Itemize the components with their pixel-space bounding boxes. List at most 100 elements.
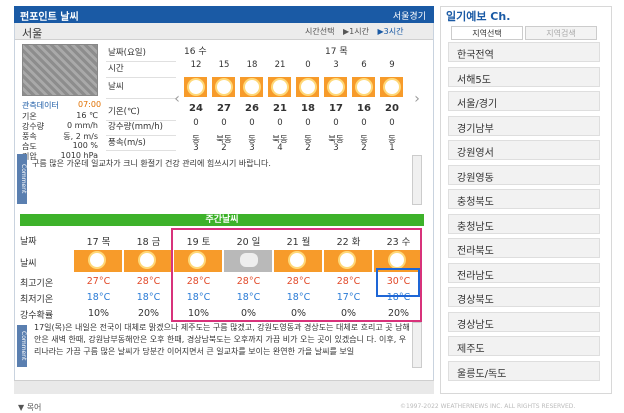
hourly-hour: 12 (190, 60, 202, 70)
region-item[interactable]: 서해5도 (448, 66, 600, 87)
hourly-temp: 16 (357, 103, 371, 114)
hourly-temp: 26 (245, 103, 259, 114)
sun-shape (140, 253, 154, 267)
comment-tag: Comment (17, 154, 27, 204)
region-item[interactable]: 충청남도 (448, 213, 600, 234)
hourly-rain: 0 (277, 118, 283, 128)
hourly-hour: 9 (389, 60, 395, 70)
sunny-icon (324, 77, 348, 97)
hourly-wind-speed: 3 (249, 143, 255, 153)
panel-title: 펀포인트 날씨 (20, 12, 79, 23)
weekly-day: 17 목 (86, 237, 111, 248)
weekly-label-low: 최저기온 (20, 295, 54, 305)
option-3-hour[interactable]: ▶3시간 (378, 27, 404, 36)
region-item[interactable]: 경기남부 (448, 115, 600, 136)
hourly-prev-arrow[interactable]: ‹ (172, 86, 182, 112)
sun-shape (189, 80, 203, 94)
weekly-pop: 10% (87, 308, 110, 319)
region-item[interactable]: 전라남도 (448, 262, 600, 283)
hourly-next-arrow[interactable]: › (412, 86, 422, 112)
sun-shape (329, 80, 343, 94)
weekly-comment-text: 17일(목)은 내일은 전국이 대체로 맑겠으나 제주도는 구름 많겠고, 강원… (34, 323, 410, 356)
sun-shape (273, 80, 287, 94)
hourly-date-16: 16 수 (184, 47, 207, 57)
comment-scrollbar[interactable] (412, 155, 422, 205)
panel-footer (14, 380, 434, 394)
observation-time: 07:00 (78, 100, 102, 109)
time-selector: 시간선택 ▶1시간 ▶3시간 (305, 26, 409, 37)
region-item[interactable]: 충청북도 (448, 189, 600, 209)
region-item[interactable]: 전라북도 (448, 238, 600, 258)
weekly-low: 18°C (136, 292, 161, 303)
hourly-hour: 21 (274, 60, 286, 70)
region-item[interactable]: 울릉도/독도 (448, 360, 600, 381)
hourly-hour: 6 (361, 60, 367, 70)
sidebar-title: 일기예보 Ch. (446, 10, 511, 23)
weekly-comment-tag: Comment (17, 325, 27, 367)
weekly-low: 18°C (86, 292, 111, 303)
time-select-label: 시간선택 (305, 27, 335, 36)
hourly-label-weather: 날씨 (106, 77, 176, 99)
hourly-hour: 0 (305, 60, 311, 70)
sunny-icon (380, 77, 404, 97)
copyright: ©1997-2022 WEATHERNEWS INC. ALL RIGHTS R… (400, 403, 576, 410)
sun-shape (357, 80, 371, 94)
weekly-label-high: 최고기온 (20, 279, 54, 289)
hourly-temp: 18 (301, 103, 315, 114)
hourly-rain: 0 (305, 118, 311, 128)
sun-shape (90, 253, 104, 267)
partly-sunny-icon (74, 250, 123, 272)
hourly-temp: 17 (329, 103, 343, 114)
sunny-icon (352, 77, 376, 97)
hourly-hour: 18 (246, 60, 258, 70)
hourly-rain: 0 (361, 118, 367, 128)
weekly-title: 주간날씨 (20, 214, 424, 226)
hourly-temp: 24 (189, 103, 203, 114)
satellite-image[interactable] (22, 44, 98, 96)
city-name: 서울 (22, 27, 43, 40)
hourly-wind-speed: 4 (277, 143, 283, 153)
hourly-temp: 27 (217, 103, 231, 114)
sun-shape (301, 80, 315, 94)
weekly-day: 18 금 (136, 237, 161, 248)
highlight-box-temp (376, 268, 420, 297)
region-item[interactable]: 서울/경기 (448, 91, 600, 111)
region-item[interactable]: 경상북도 (448, 287, 600, 307)
sun-shape (217, 80, 231, 94)
weekly-label-date: 날짜 (20, 237, 37, 247)
tab-region-select[interactable]: 지역선택 (451, 26, 523, 40)
sun-shape (245, 80, 259, 94)
tab-region-search[interactable]: 지역검색 (525, 26, 597, 40)
panel-header: 펀포인트 날씨 서울경기 (14, 6, 434, 23)
weekly-label-weather: 날씨 (20, 259, 37, 269)
hourly-rain: 0 (249, 118, 255, 128)
sunny-icon (296, 77, 320, 97)
option-1-hour[interactable]: ▶1시간 (343, 27, 369, 36)
hourly-wind-speed: 2 (305, 143, 311, 153)
region-item[interactable]: 강원영서 (448, 140, 600, 160)
region-item[interactable]: 한국전역 (448, 42, 600, 62)
bottom-link[interactable]: ▼ 목어 (18, 402, 41, 413)
weekly-high: 27°C (86, 276, 111, 287)
weekly-comment-scrollbar[interactable] (412, 322, 422, 368)
hourly-wind-speed: 1 (389, 143, 395, 153)
hourly-temp: 21 (273, 103, 287, 114)
hourly-label-wind: 풍속(m/s) (106, 133, 176, 151)
partly-sunny-icon (124, 250, 173, 272)
region-item[interactable]: 강원영동 (448, 164, 600, 185)
hourly-date-17: 17 목 (325, 47, 348, 57)
hourly-wind-speed: 2 (221, 143, 227, 153)
weekly-pop: 20% (137, 308, 160, 319)
hourly-hour: 15 (218, 60, 230, 70)
hourly-rain: 0 (333, 118, 339, 128)
weekly-label-pop: 강수확률 (20, 311, 54, 321)
hourly-rain: 0 (193, 118, 199, 128)
hourly-hour: 3 (333, 60, 339, 70)
sun-shape (385, 80, 399, 94)
comment-text: 구름 많은 가운데 일교차가 크니 환절기 건강 관리에 힘쓰시기 바랍니다. (32, 159, 271, 168)
region-item[interactable]: 제주도 (448, 336, 600, 356)
region-item[interactable]: 경상남도 (448, 311, 600, 332)
sunny-icon (212, 77, 236, 97)
hourly-temp: 20 (385, 103, 399, 114)
hourly-wind-speed: 2 (361, 143, 367, 153)
